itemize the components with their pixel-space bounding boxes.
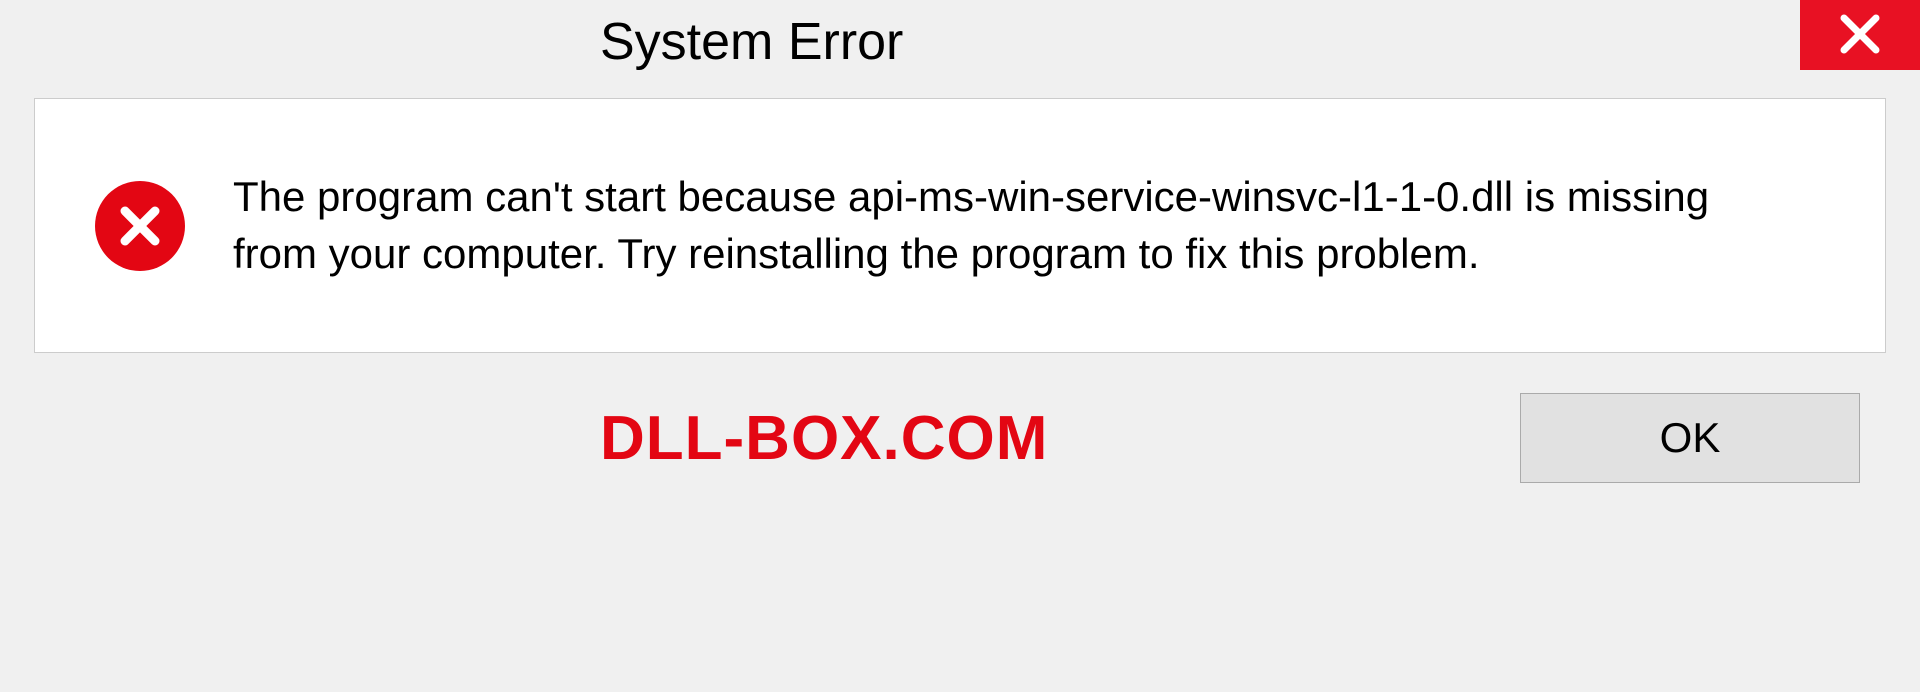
close-button[interactable]: [1800, 0, 1920, 70]
error-message: The program can't start because api-ms-w…: [233, 169, 1783, 282]
dialog-title: System Error: [600, 12, 903, 72]
dialog-footer: DLL-BOX.COM OK: [0, 353, 1920, 483]
watermark-text: DLL-BOX.COM: [600, 403, 1048, 474]
titlebar: System Error: [0, 0, 1920, 70]
close-icon: [1838, 12, 1882, 59]
error-dialog: System Error The program can't start bec…: [0, 0, 1920, 692]
ok-button[interactable]: OK: [1520, 393, 1860, 483]
error-icon-container: [95, 181, 185, 271]
error-icon: [95, 181, 185, 271]
dialog-body: The program can't start because api-ms-w…: [34, 98, 1886, 353]
